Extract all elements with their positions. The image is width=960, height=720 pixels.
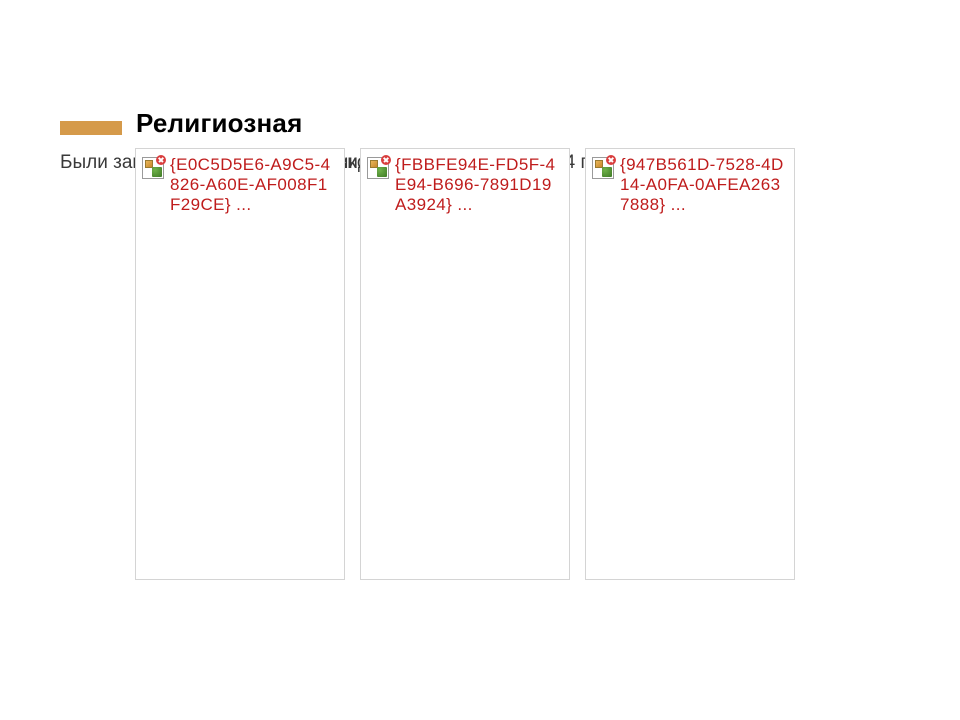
image-placeholder: {947B561D-7528-4D14-A0FA-0AFEA2637888} .…: [585, 148, 795, 580]
placeholder-guid-label: {FBBFE94E-FD5F-4E94-B696-7891D19A3924} .…: [395, 155, 563, 215]
slide-title-block: Религиозная: [60, 108, 302, 139]
image-placeholder-row: {E0C5D5E6-A9C5-4826-A60E-AF008F1F29CE} .…: [135, 148, 795, 580]
missing-image-icon: [592, 157, 614, 179]
title-accent-bar: [60, 121, 122, 135]
placeholder-guid-label: {E0C5D5E6-A9C5-4826-A60E-AF008F1F29CE} .…: [170, 155, 338, 215]
missing-image-icon: [367, 157, 389, 179]
image-placeholder: {E0C5D5E6-A9C5-4826-A60E-AF008F1F29CE} .…: [135, 148, 345, 580]
placeholder-guid-label: {947B561D-7528-4D14-A0FA-0AFEA2637888} .…: [620, 155, 788, 215]
missing-image-icon: [142, 157, 164, 179]
slide-title: Религиозная: [136, 108, 302, 139]
image-placeholder: {FBBFE94E-FD5F-4E94-B696-7891D19A3924} .…: [360, 148, 570, 580]
